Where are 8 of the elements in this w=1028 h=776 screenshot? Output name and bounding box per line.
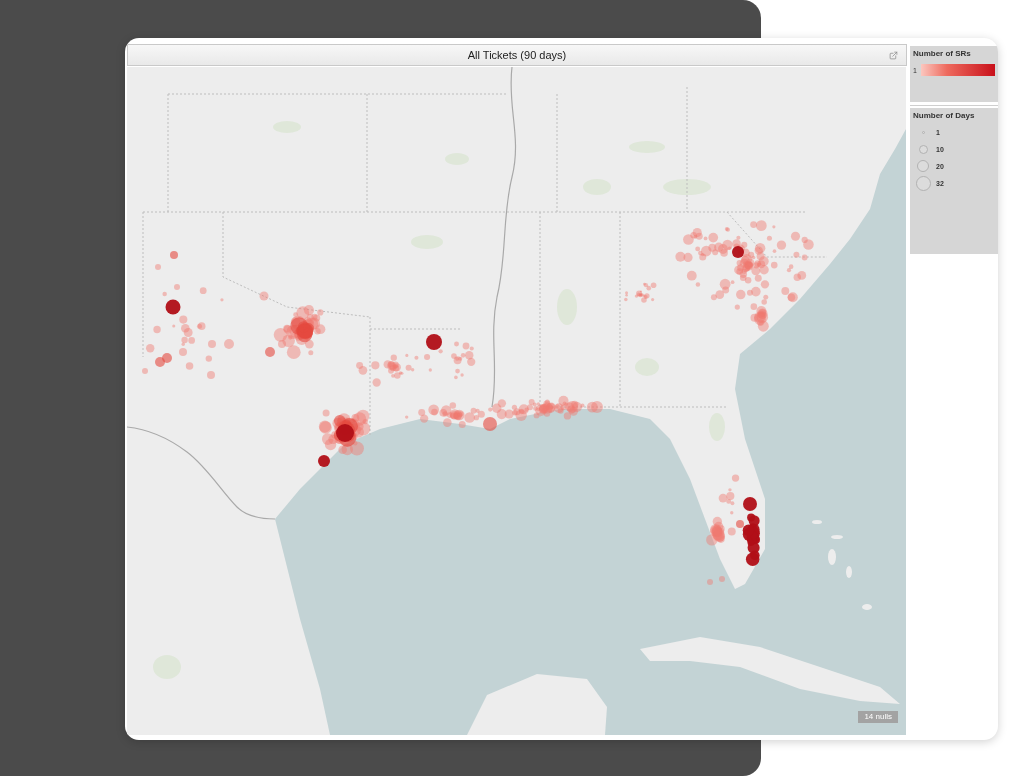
- legend-title: Number of SRs: [913, 49, 972, 59]
- view-title: All Tickets (90 days): [467, 47, 567, 63]
- ticket-marker-cluster: [318, 409, 371, 467]
- ticket-marker-cluster: [624, 282, 657, 303]
- nulls-indicator[interactable]: 14 nulls: [858, 711, 898, 723]
- ticket-marker-cluster: [259, 291, 326, 360]
- legend-title: Number of Days: [913, 111, 976, 121]
- external-link-icon[interactable]: [889, 51, 898, 60]
